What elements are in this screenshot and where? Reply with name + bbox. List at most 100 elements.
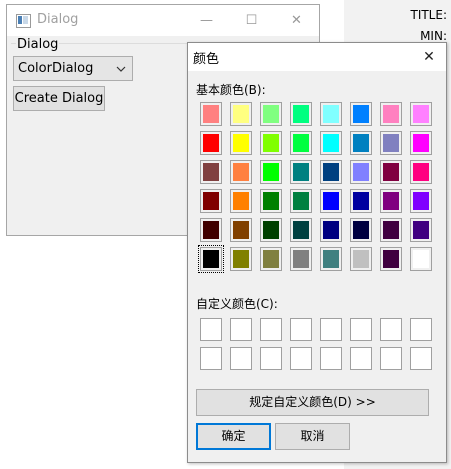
swatch-fill <box>323 192 339 210</box>
basic-color-swatch[interactable] <box>200 160 222 184</box>
custom-color-swatch[interactable] <box>350 318 372 341</box>
custom-color-swatch[interactable] <box>230 347 252 370</box>
close-button[interactable]: ✕ <box>274 5 319 36</box>
swatch-fill <box>353 221 369 239</box>
basic-color-swatch[interactable] <box>260 189 282 213</box>
basic-color-swatch[interactable] <box>260 218 282 242</box>
basic-color-swatch[interactable] <box>320 189 342 213</box>
basic-color-swatch[interactable] <box>380 160 402 184</box>
custom-color-swatch[interactable] <box>380 318 402 341</box>
basic-color-swatch[interactable] <box>290 102 312 126</box>
basic-color-swatch[interactable] <box>350 189 372 213</box>
basic-color-swatch[interactable] <box>260 102 282 126</box>
basic-color-swatch[interactable] <box>320 218 342 242</box>
basic-color-swatch[interactable] <box>290 131 312 155</box>
basic-color-swatch[interactable] <box>320 131 342 155</box>
swatch-fill <box>323 163 339 181</box>
custom-color-swatch[interactable] <box>380 347 402 370</box>
basic-color-swatch[interactable] <box>230 218 252 242</box>
swatch-fill <box>203 192 219 210</box>
swatch-fill <box>233 192 249 210</box>
swatch-fill <box>413 134 429 152</box>
basic-color-swatch[interactable] <box>290 160 312 184</box>
basic-color-swatch[interactable] <box>350 102 372 126</box>
basic-color-swatch[interactable] <box>350 131 372 155</box>
swatch-fill <box>413 250 429 268</box>
basic-color-swatch[interactable] <box>380 102 402 126</box>
swatch-fill <box>263 192 279 210</box>
dialog-type-combo[interactable]: ColorDialog <box>13 56 133 81</box>
maximize-button[interactable]: ☐ <box>229 5 274 36</box>
basic-color-swatch[interactable] <box>200 218 222 242</box>
basic-color-swatch[interactable] <box>230 247 252 271</box>
custom-color-swatch[interactable] <box>410 318 432 341</box>
basic-color-swatch[interactable] <box>260 131 282 155</box>
basic-color-swatch[interactable] <box>380 131 402 155</box>
color-dialog-close-button[interactable]: ✕ <box>412 43 446 71</box>
basic-color-swatch[interactable] <box>350 247 372 271</box>
custom-color-swatch[interactable] <box>230 318 252 341</box>
swatch-fill <box>263 105 279 123</box>
basic-color-swatch[interactable] <box>410 131 432 155</box>
min-label: MIN: <box>420 29 447 43</box>
swatch-fill <box>413 192 429 210</box>
basic-color-swatch[interactable] <box>200 131 222 155</box>
basic-color-swatch[interactable] <box>410 218 432 242</box>
basic-color-swatch[interactable] <box>410 160 432 184</box>
swatch-fill <box>323 221 339 239</box>
custom-color-swatch[interactable] <box>260 347 282 370</box>
minimize-button[interactable]: — <box>184 5 229 36</box>
basic-color-swatch[interactable] <box>230 189 252 213</box>
cancel-button[interactable]: 取消 <box>275 423 350 450</box>
define-custom-colors-button[interactable]: 规定自定义颜色(D) >> <box>196 389 429 416</box>
basic-color-swatch[interactable] <box>380 189 402 213</box>
swatch-fill <box>383 163 399 181</box>
custom-color-swatch[interactable] <box>350 347 372 370</box>
basic-color-swatch[interactable] <box>230 131 252 155</box>
basic-color-swatch[interactable] <box>380 247 402 271</box>
custom-color-swatch[interactable] <box>200 347 222 370</box>
basic-color-swatch[interactable] <box>260 160 282 184</box>
basic-color-swatch[interactable] <box>290 218 312 242</box>
custom-color-swatch[interactable] <box>290 347 312 370</box>
basic-color-swatch[interactable] <box>290 189 312 213</box>
swatch-fill <box>413 105 429 123</box>
swatch-fill <box>323 134 339 152</box>
swatch-fill <box>383 221 399 239</box>
basic-color-swatch[interactable] <box>200 189 222 213</box>
ok-button[interactable]: 确定 <box>196 423 271 450</box>
custom-color-swatch[interactable] <box>290 318 312 341</box>
basic-color-swatch[interactable] <box>410 189 432 213</box>
basic-color-swatch[interactable] <box>200 102 222 126</box>
swatch-fill <box>233 105 249 123</box>
basic-color-swatch[interactable] <box>350 218 372 242</box>
swatch-fill <box>293 105 309 123</box>
basic-color-swatch[interactable] <box>230 160 252 184</box>
custom-color-swatch[interactable] <box>320 347 342 370</box>
basic-color-swatch[interactable] <box>320 160 342 184</box>
swatch-fill <box>323 250 339 268</box>
custom-color-swatch[interactable] <box>200 318 222 341</box>
basic-color-swatch[interactable] <box>290 247 312 271</box>
custom-color-swatch[interactable] <box>320 318 342 341</box>
create-dialog-button[interactable]: Create Dialog <box>13 86 105 111</box>
basic-color-swatch[interactable] <box>410 102 432 126</box>
basic-color-swatch[interactable] <box>350 160 372 184</box>
basic-color-swatch[interactable] <box>410 247 432 271</box>
swatch-fill <box>353 134 369 152</box>
basic-color-swatch[interactable] <box>260 247 282 271</box>
basic-color-swatch[interactable] <box>320 102 342 126</box>
title-label: TITLE: <box>410 8 447 22</box>
basic-color-swatch[interactable] <box>230 102 252 126</box>
main-titlebar: Dialog — ☐ ✕ <box>7 5 319 36</box>
basic-color-swatch[interactable] <box>320 247 342 271</box>
basic-color-swatch[interactable] <box>380 218 402 242</box>
swatch-fill <box>353 250 369 268</box>
color-dialog-titlebar: 颜色 ✕ <box>188 43 446 71</box>
swatch-fill <box>293 163 309 181</box>
custom-color-swatch[interactable] <box>410 347 432 370</box>
swatch-fill <box>203 221 219 239</box>
custom-color-swatch[interactable] <box>260 318 282 341</box>
swatch-fill <box>233 134 249 152</box>
basic-color-swatch[interactable] <box>198 245 224 273</box>
